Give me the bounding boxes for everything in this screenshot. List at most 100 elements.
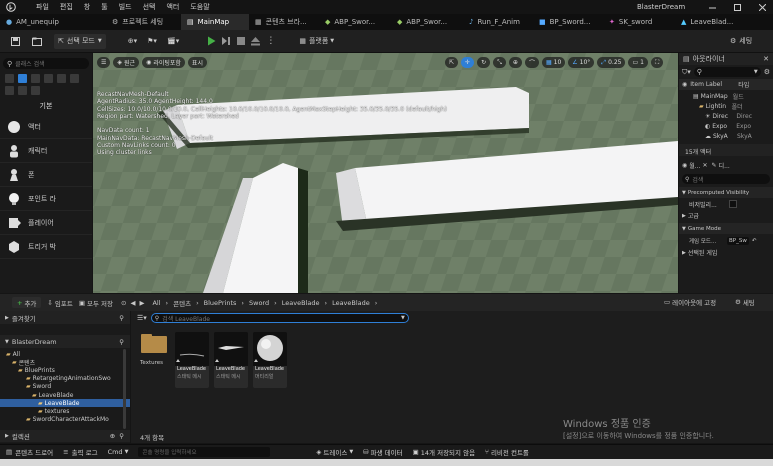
filter-icon[interactable]: ☰▾ [137,314,147,322]
tree-folder-sword-attack[interactable]: ▰ SwordCharacterAttackMo [0,416,130,424]
tab-leaveblade[interactable]: ▲ LeaveBlad... [675,14,747,30]
menu-file[interactable]: 파일 [36,2,49,12]
search-icon[interactable]: ⚲ [119,432,124,440]
settings-button[interactable]: ⚙ 세팅 [730,36,752,46]
section-selected-game-mode[interactable]: ▶ 선택된 게임 [679,247,773,258]
dock-layout-button[interactable]: ▭ 레이아웃에 고정 [664,297,716,307]
breadcrumb-item[interactable]: BluePrints [204,299,237,307]
scale-snap-button[interactable]: ⤢ 0.25 [597,57,626,68]
tab-am-unequip[interactable]: ● AM_unequip [0,14,62,30]
maximize-viewport-icon[interactable]: ⛶ [650,57,664,68]
menu-window[interactable]: 창 [84,2,90,12]
tree-folder-blueprints[interactable]: ▰ BluePrints [0,366,130,374]
menu-edit[interactable]: 편집 [60,2,73,12]
content-drawer-button[interactable]: ▤ 콘텐츠 드로어 [6,447,53,457]
tab-run-anim[interactable]: ♪ Run_F_Anim [463,14,533,30]
asset-tile[interactable]: LeaveBlade 스태틱 메시 [214,332,248,388]
class-search-box[interactable]: ⚲ 클래스 검색 [3,58,89,69]
close-icon[interactable]: ✕ [703,162,708,169]
step-icon[interactable] [222,36,231,46]
tree-folder-leaveblade[interactable]: ▰ LeaveBlade [0,391,130,399]
project-header[interactable]: ▼ BlasterDream ⚲ [0,335,130,348]
breadcrumb-item[interactable]: LeaveBlade [332,299,370,307]
close-icon[interactable] [755,0,769,14]
place-item-pawn[interactable]: 폰 [0,163,92,187]
place-item-player-start[interactable]: 플레이어 [0,211,92,235]
close-icon[interactable]: ✕ [763,55,769,63]
lights-category-icon[interactable] [31,74,40,83]
search-icon[interactable]: ⚲ [119,338,124,346]
trace-button[interactable]: ◈ 트레이스 ▼ [316,447,353,457]
eject-icon[interactable] [251,36,261,46]
column-type[interactable]: 타입 [738,80,749,89]
breadcrumb-item[interactable]: Sword [249,299,269,307]
mode-select-button[interactable]: ⇱ 선택 모드 ▼ [54,33,106,49]
place-item-character[interactable]: 캐릭터 [0,139,92,163]
tab-abp-sword-2[interactable]: ◆ ABP_Swor... [391,14,463,30]
unsaved-button[interactable]: ▣ 14개 저장되지 않음 [413,447,475,457]
recent-icon[interactable] [5,74,14,83]
add-collection-icon[interactable]: ⊕ [110,432,115,440]
outliner-settings-icon[interactable]: ⚙ [764,68,770,76]
basic-category-icon[interactable] [18,74,27,83]
rotation-snap-button[interactable]: ∠ 10° [568,57,595,68]
import-button[interactable]: ⇩ 임포트 [47,298,72,308]
cinematics-icon[interactable]: 🎬︎▾ [167,37,179,45]
tab-abp-sword-1[interactable]: ◆ ABP_Swor... [319,14,391,30]
section-game-mode[interactable]: ▼ Game Mode [679,223,773,234]
maximize-icon[interactable] [730,0,744,14]
play-icon[interactable] [207,36,216,46]
outliner-row[interactable]: ☁ SkyA SkyA [679,131,773,141]
menu-tools[interactable]: 툴 [101,2,107,12]
viewport-options-button[interactable]: ☰ [97,57,111,68]
place-item-actor[interactable]: 액터 [0,115,92,139]
play-options-icon[interactable]: ⋮ [266,36,275,46]
outliner-row[interactable]: ☀ Direc Direc [679,111,773,121]
console-input[interactable]: 콘솔 명령을 입력하세요 [138,447,271,457]
tab-project-settings[interactable]: ⚙ 프로젝트 세팅 [106,14,181,30]
collections-header[interactable]: ▶ 컬렉션 ⊕ ⚲ [0,430,130,442]
volumes-category-icon[interactable] [5,86,14,95]
outliner-row[interactable]: ▤ MainMap 월드 [679,91,773,101]
outliner-row[interactable]: ▰ Lightin 폴더 [679,101,773,111]
asset-tile[interactable]: LeaveBlade 머티리얼 [253,332,287,388]
level-viewport[interactable]: ☰ ◈ 원근 ◉ 라이팅포함 표시 ⇱ ✛ ↻ ⤡ ⊕ ⌒ ▦ 10 ∠ 10° ⤢ 0.… [93,53,678,293]
shapes-category-icon[interactable] [31,86,40,95]
history-back-icon[interactable]: ⊙ [121,299,126,307]
tree-folder-textures[interactable]: ▰ textures [0,407,130,415]
lit-mode-button[interactable]: ◉ 라이팅포함 [142,57,185,68]
revision-control-button[interactable]: ⑂ 리비전 컨트롤 [485,447,529,457]
all-classes-category-icon[interactable] [18,86,27,95]
outliner-search-box[interactable]: ⚲ ▼ [693,67,761,77]
blueprint-menu-icon[interactable]: ⚑▾ [147,37,157,45]
game-mode-dropdown[interactable]: BP_Sw [727,236,749,245]
save-icon[interactable] [8,36,22,46]
breadcrumb-item[interactable]: 콘텐츠 [173,298,191,308]
favorites-header[interactable]: ▶ 즐겨찾기 ⚲ [0,311,130,324]
breadcrumb-item[interactable]: All [152,299,160,307]
rotate-tool-icon[interactable]: ↻ [477,57,491,68]
forward-icon[interactable]: ▶ [139,299,144,307]
asset-tile[interactable]: LeaveBlade 스태틱 메시 [175,332,209,388]
camera-speed-button[interactable]: ▭ 1 [628,57,648,68]
tab-bp-sword[interactable]: ■ BP_Sword... [533,14,603,30]
add-actor-icon[interactable]: ⊕▾ [128,37,137,45]
tree-folder-sword[interactable]: ▰ Sword [0,383,130,391]
menu-select[interactable]: 선택 [143,2,156,12]
search-icon[interactable]: ⚲ [119,314,124,322]
breadcrumb-item[interactable]: LeaveBlade [282,299,320,307]
grid-snap-button[interactable]: ▦ 10 [541,57,566,68]
details-search[interactable]: ⚲ 검색 [682,174,770,184]
translate-tool-icon[interactable]: ✛ [461,57,475,68]
filter-icon[interactable]: ⛉▾ [682,68,691,77]
section-advanced[interactable]: ▶ 고급 [679,210,773,221]
platforms-button[interactable]: ▦ 플랫폼 ▼ [299,36,334,46]
save-all-button[interactable]: ▣ 모두 저장 [79,298,113,308]
show-flags-button[interactable]: 표시 [187,57,207,68]
stop-icon[interactable] [237,37,246,45]
place-item-point-light[interactable]: 포인트 라 [0,187,92,211]
place-item-trigger-box[interactable]: 트리거 박 [0,235,92,259]
menu-actor[interactable]: 액터 [166,2,179,12]
tree-folder-retargeting[interactable]: ▰ RetargetingAnimationSwo [0,375,130,383]
content-browser-icon[interactable] [30,37,44,46]
